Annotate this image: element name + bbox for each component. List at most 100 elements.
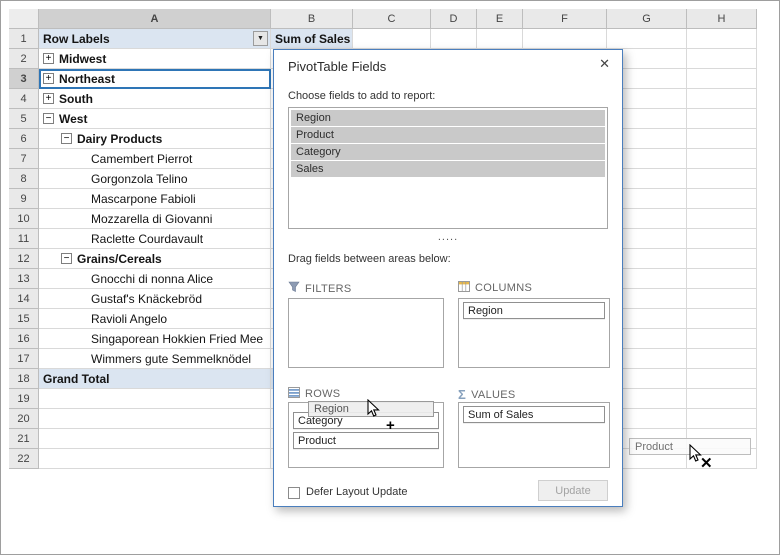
cell-A17[interactable]: Wimmers gute Semmelknödel [39,349,271,369]
cell-A11[interactable]: Raclette Courdavault [39,229,271,249]
cell-H19[interactable] [687,389,757,409]
expand-button[interactable]: + [43,53,54,64]
expand-button[interactable]: + [43,93,54,104]
cell-A22[interactable] [39,449,271,469]
column-header-A[interactable]: A [39,9,271,29]
cell-A19[interactable] [39,389,271,409]
cell-A12[interactable]: −Grains/Cereals [39,249,271,269]
field-item-region[interactable]: Region [291,110,605,126]
row-header-9[interactable]: 9 [9,189,39,209]
cell-H5[interactable] [687,109,757,129]
field-item-category[interactable]: Category [291,144,605,160]
column-header-F[interactable]: F [523,9,607,29]
update-button[interactable]: Update [538,480,608,501]
cell-H10[interactable] [687,209,757,229]
cell-H17[interactable] [687,349,757,369]
columns-drop-zone[interactable]: Region [458,298,610,368]
area-item-product[interactable]: Product [293,432,439,449]
expand-button[interactable]: + [43,73,54,84]
cell-H11[interactable] [687,229,757,249]
cell-A21[interactable] [39,429,271,449]
cell-A20[interactable] [39,409,271,429]
filters-drop-zone[interactable] [288,298,444,368]
cell-A1[interactable]: Row Labels▼ [39,29,271,49]
values-drop-zone[interactable]: Sum of Sales [458,402,610,468]
row-header-3[interactable]: 3 [9,69,39,89]
cell-A7[interactable]: Camembert Pierrot [39,149,271,169]
row-header-13[interactable]: 13 [9,269,39,289]
row-header-21[interactable]: 21 [9,429,39,449]
cell-H16[interactable] [687,329,757,349]
field-list[interactable]: RegionProductCategorySales [288,107,608,229]
column-header-E[interactable]: E [477,9,523,29]
field-item-product[interactable]: Product [291,127,605,143]
row-header-22[interactable]: 22 [9,449,39,469]
field-item-sales[interactable]: Sales [291,161,605,177]
cell-H2[interactable] [687,49,757,69]
row-header-20[interactable]: 20 [9,409,39,429]
row-header-2[interactable]: 2 [9,49,39,69]
cell-H20[interactable] [687,409,757,429]
cell-H9[interactable] [687,189,757,209]
cell-H4[interactable] [687,89,757,109]
defer-layout-checkbox[interactable] [288,487,300,499]
cell-A10[interactable]: Mozzarella di Giovanni [39,209,271,229]
cell-A6[interactable]: −Dairy Products [39,129,271,149]
column-header-D[interactable]: D [431,9,477,29]
collapse-button[interactable]: − [61,133,72,144]
cell-H13[interactable] [687,269,757,289]
row-header-4[interactable]: 4 [9,89,39,109]
cell-F1[interactable] [523,29,607,49]
area-item-sum-of-sales[interactable]: Sum of Sales [463,406,605,423]
cell-A15[interactable]: Ravioli Angelo [39,309,271,329]
cell-H1[interactable] [687,29,757,49]
cell-H15[interactable] [687,309,757,329]
cell-H12[interactable] [687,249,757,269]
area-item-region[interactable]: Region [463,302,605,319]
row-header-17[interactable]: 17 [9,349,39,369]
row-header-15[interactable]: 15 [9,309,39,329]
cell-D1[interactable] [431,29,477,49]
column-header-H[interactable]: H [687,9,757,29]
cell-H7[interactable] [687,149,757,169]
row-header-18[interactable]: 18 [9,369,39,389]
select-all-corner[interactable] [9,9,39,29]
row-header-1[interactable]: 1 [9,29,39,49]
cell-A4[interactable]: +South [39,89,271,109]
row-header-12[interactable]: 12 [9,249,39,269]
row-header-14[interactable]: 14 [9,289,39,309]
cell-E1[interactable] [477,29,523,49]
column-header-B[interactable]: B [271,9,353,29]
cell-A14[interactable]: Gustaf's Knäckebröd [39,289,271,309]
cell-A3[interactable]: +Northeast [39,69,271,89]
cell-A9[interactable]: Mascarpone Fabioli [39,189,271,209]
cell-A8[interactable]: Gorgonzola Telino [39,169,271,189]
cell-G1[interactable] [607,29,687,49]
cell-H8[interactable] [687,169,757,189]
cell-C1[interactable] [353,29,431,49]
cell-A16[interactable]: Singaporean Hokkien Fried Mee [39,329,271,349]
row-header-19[interactable]: 19 [9,389,39,409]
cell-A13[interactable]: Gnocchi di nonna Alice [39,269,271,289]
row-header-16[interactable]: 16 [9,329,39,349]
column-header-C[interactable]: C [353,9,431,29]
row-header-11[interactable]: 11 [9,229,39,249]
cell-A2[interactable]: +Midwest [39,49,271,69]
cell-H18[interactable] [687,369,757,389]
cell-H6[interactable] [687,129,757,149]
row-header-6[interactable]: 6 [9,129,39,149]
cell-A5[interactable]: −West [39,109,271,129]
cell-H3[interactable] [687,69,757,89]
row-header-5[interactable]: 5 [9,109,39,129]
row-header-8[interactable]: 8 [9,169,39,189]
collapse-button[interactable]: − [43,113,54,124]
splitter-handle[interactable]: ..... [274,231,622,243]
filter-dropdown-button[interactable]: ▼ [253,31,268,46]
column-header-G[interactable]: G [607,9,687,29]
close-icon[interactable]: ✕ [599,56,610,72]
row-header-7[interactable]: 7 [9,149,39,169]
row-header-10[interactable]: 10 [9,209,39,229]
cell-A18[interactable]: Grand Total [39,369,271,389]
collapse-button[interactable]: − [61,253,72,264]
cell-B1[interactable]: Sum of Sales [271,29,353,49]
